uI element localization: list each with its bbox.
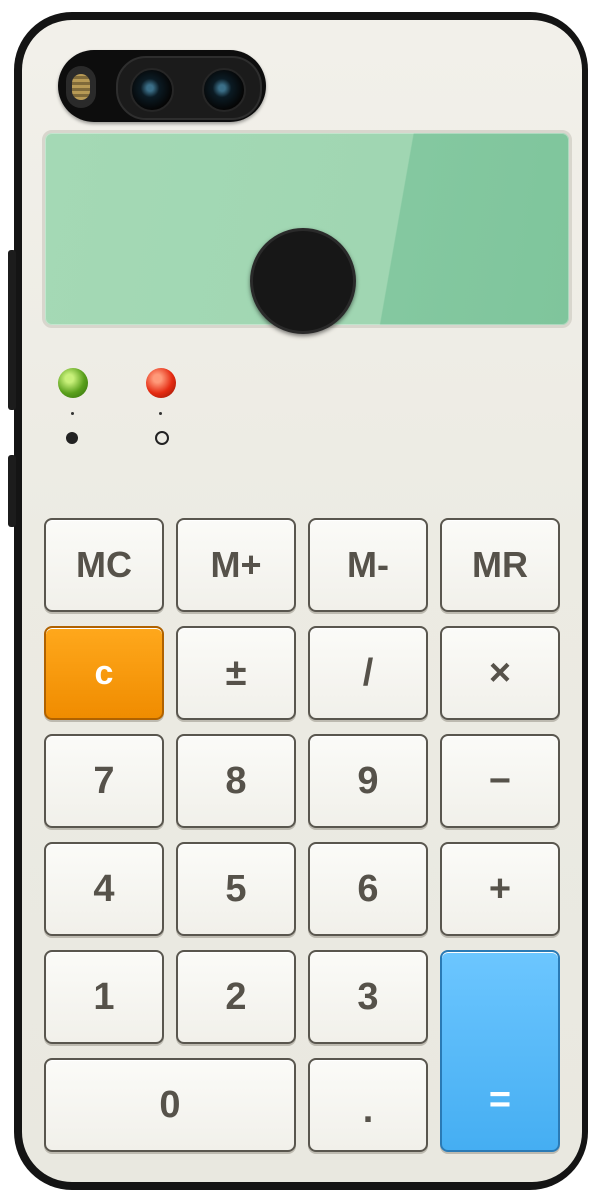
eight-button[interactable]: 8	[176, 734, 296, 828]
multiply-button[interactable]: ×	[440, 626, 560, 720]
m-minus-button[interactable]: M-	[308, 518, 428, 612]
plus-minus-button[interactable]: ±	[176, 626, 296, 720]
two-button[interactable]: 2	[176, 950, 296, 1044]
clear-button[interactable]: c	[44, 626, 164, 720]
one-button[interactable]: 1	[44, 950, 164, 1044]
green-led-icon	[58, 368, 88, 398]
equals-button[interactable]: =	[440, 950, 560, 1152]
calculator-face: MC M+ M- MR c ± / × 7 8 9 − 4 5 6 + 1 2 …	[22, 20, 582, 1182]
six-button[interactable]: 6	[308, 842, 428, 936]
nine-button[interactable]: 9	[308, 734, 428, 828]
indicator-tick	[159, 412, 162, 415]
three-button[interactable]: 3	[308, 950, 428, 1044]
indicator-tick	[71, 412, 74, 415]
red-led-icon	[146, 368, 176, 398]
five-button[interactable]: 5	[176, 842, 296, 936]
fingerprint-sensor-icon[interactable]	[250, 228, 356, 334]
m-plus-button[interactable]: M+	[176, 518, 296, 612]
dual-camera-icon	[58, 50, 266, 122]
minus-button[interactable]: −	[440, 734, 560, 828]
power-button	[8, 455, 16, 527]
decimal-button[interactable]: .	[308, 1058, 428, 1152]
indicator-dot-hollow	[155, 431, 169, 445]
flash-icon	[66, 66, 96, 108]
zero-button[interactable]: 0	[44, 1058, 296, 1152]
volume-button	[8, 250, 16, 410]
lens-housing	[116, 56, 262, 120]
indicator-dot-filled	[66, 432, 78, 444]
divide-button[interactable]: /	[308, 626, 428, 720]
lens-icon	[130, 68, 174, 112]
plus-button[interactable]: +	[440, 842, 560, 936]
mc-button[interactable]: MC	[44, 518, 164, 612]
mr-button[interactable]: MR	[440, 518, 560, 612]
lens-icon	[202, 68, 246, 112]
four-button[interactable]: 4	[44, 842, 164, 936]
seven-button[interactable]: 7	[44, 734, 164, 828]
